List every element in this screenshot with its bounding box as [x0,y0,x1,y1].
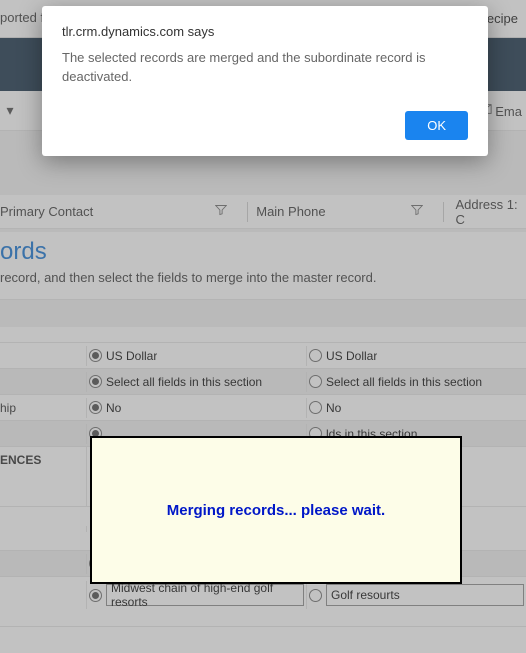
browser-alert-dialog: tlr.crm.dynamics.com says The selected r… [42,6,488,156]
alert-ok-button[interactable]: OK [405,111,468,140]
alert-message: The selected records are merged and the … [62,49,468,87]
merging-progress-modal: Merging records... please wait. [90,436,462,584]
merging-progress-text: Merging records... please wait. [167,502,385,519]
alert-title: tlr.crm.dynamics.com says [62,24,468,39]
